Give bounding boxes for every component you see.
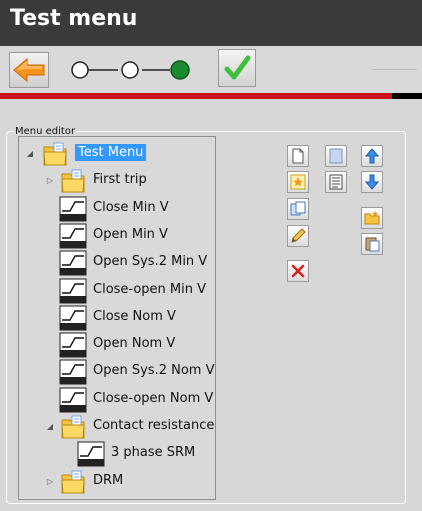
- tree-test-item[interactable]: Close-open Nom V: [19, 387, 215, 413]
- move-up-icon: [364, 148, 380, 164]
- tree-item-label: Close Min V: [93, 199, 169, 215]
- list-button[interactable]: [325, 145, 347, 167]
- expand-arrow-icon[interactable]: ◢: [45, 422, 55, 431]
- properties-icon: [329, 174, 343, 190]
- tree-folder-item[interactable]: ▷ First trip: [19, 168, 215, 194]
- move-down-icon: [364, 174, 380, 190]
- new-folder-button[interactable]: [361, 207, 383, 229]
- test-icon: [59, 359, 87, 385]
- paste-button[interactable]: [361, 233, 383, 255]
- tree-folder-item[interactable]: ▷ DRM: [19, 469, 215, 495]
- tree-item-label: Open Min V: [93, 226, 168, 242]
- copy-icon: [290, 201, 306, 216]
- tree-item-label: DRM: [93, 472, 124, 488]
- test-icon: [77, 441, 105, 467]
- new-document-icon: [292, 148, 304, 164]
- tree-test-item[interactable]: 3 phase SRM: [19, 441, 215, 467]
- list-icon: [329, 148, 343, 164]
- step-indicator: [70, 56, 210, 84]
- new-document-button[interactable]: [287, 145, 309, 167]
- test-icon: [59, 196, 87, 222]
- window-title: Test menu: [10, 6, 138, 31]
- confirm-button[interactable]: [218, 49, 256, 87]
- test-icon: [59, 223, 87, 249]
- tree-item-label: Open Sys.2 Nom V: [93, 363, 215, 379]
- test-icon: [59, 305, 87, 331]
- tree-item-label: Close-open Min V: [93, 281, 207, 297]
- test-icon: [59, 250, 87, 276]
- checkmark-icon: [224, 55, 251, 80]
- tree-test-item[interactable]: Open Sys.2 Min V: [19, 250, 215, 276]
- new-folder-icon: [364, 211, 380, 225]
- tree-test-item[interactable]: Close Min V: [19, 196, 215, 222]
- edit-pencil-icon: [291, 228, 306, 243]
- progress-bar: [0, 93, 422, 99]
- folder-icon: [59, 414, 87, 440]
- tree-item-label: Test Menu: [75, 144, 147, 161]
- test-icon: [59, 278, 87, 304]
- favorite-star-button[interactable]: [287, 171, 309, 193]
- paste-icon: [365, 237, 380, 252]
- tree-test-item[interactable]: Close Nom V: [19, 305, 215, 331]
- properties-button[interactable]: [325, 171, 347, 193]
- tree-test-item[interactable]: Open Sys.2 Nom V: [19, 359, 215, 385]
- delete-icon: [291, 264, 305, 278]
- favorite-star-icon: [290, 174, 306, 190]
- tree-item-label: Close Nom V: [93, 308, 176, 324]
- folder-icon: [59, 168, 87, 194]
- move-down-button[interactable]: [361, 171, 383, 193]
- expand-arrow-icon[interactable]: ◢: [25, 149, 35, 158]
- tree-folder-item[interactable]: ◢ Test Menu: [19, 141, 215, 167]
- divider: [372, 69, 417, 70]
- tree-test-item[interactable]: Close-open Min V: [19, 278, 215, 304]
- tree-item-label: First trip: [93, 172, 147, 188]
- folder-icon: [41, 141, 69, 167]
- progress-fill: [0, 93, 393, 99]
- step-3-circle: [170, 60, 190, 80]
- back-button[interactable]: [9, 52, 49, 88]
- step-2-circle: [121, 61, 139, 79]
- step-1-circle: [71, 61, 89, 79]
- tree-test-item[interactable]: Open Min V: [19, 223, 215, 249]
- arrow-left-icon: [13, 57, 45, 83]
- tree-item-label: Close-open Nom V: [93, 390, 214, 406]
- toolbar: [0, 46, 422, 94]
- tree-item-label: 3 phase SRM: [111, 445, 196, 461]
- collapse-arrow-icon[interactable]: ▷: [45, 176, 55, 185]
- tree-item-label: Open Sys.2 Min V: [93, 254, 208, 270]
- collapse-arrow-icon[interactable]: ▷: [45, 477, 55, 486]
- tree-folder-item[interactable]: ◢ Contact resistance: [19, 414, 215, 440]
- menu-tree[interactable]: ◢ Test Menu ▷ First trip Close Min V Open Min…: [18, 136, 216, 500]
- tree-item-label: Open Nom V: [93, 336, 176, 352]
- edit-pencil-button[interactable]: [287, 225, 309, 247]
- tree-item-label: Contact resistance: [93, 418, 215, 433]
- move-up-button[interactable]: [361, 145, 383, 167]
- title-bar: Test menu: [0, 0, 422, 46]
- test-icon: [59, 332, 87, 358]
- copy-button[interactable]: [287, 198, 309, 220]
- folder-icon: [59, 469, 87, 495]
- tree-test-item[interactable]: Open Nom V: [19, 332, 215, 358]
- test-icon: [59, 387, 87, 413]
- delete-button[interactable]: [287, 260, 309, 282]
